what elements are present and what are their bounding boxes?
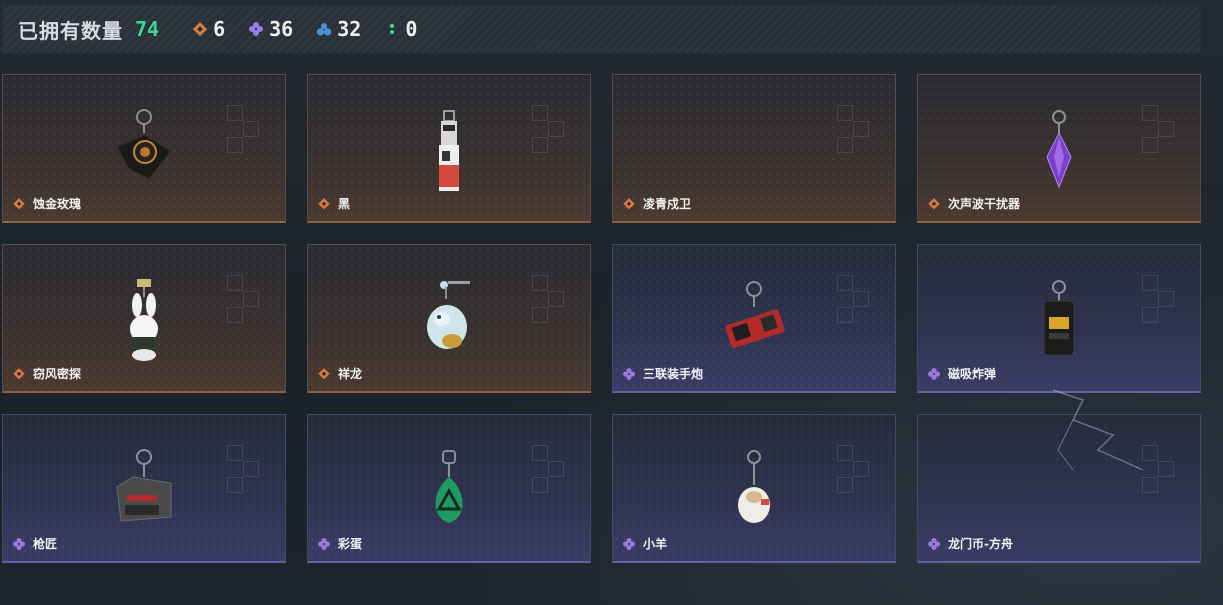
green-egg-charm-icon xyxy=(435,450,463,523)
green-rarity-icon xyxy=(385,22,400,36)
lightning-decoration xyxy=(1052,389,1144,471)
orange-rarity-icon xyxy=(928,198,940,210)
item-name-row: 蚀金玫瑰 xyxy=(13,195,81,212)
purple-rarity-icon xyxy=(13,537,25,550)
item-name-row: 次声波干扰器 xyxy=(928,195,1020,212)
black-charm-icon xyxy=(439,110,459,191)
stat-orange-value: 6 xyxy=(213,17,226,41)
item-name-row: 三联装手炮 xyxy=(623,365,703,382)
item-name: 窃风密探 xyxy=(33,367,82,381)
item-name-row: 凌青戍卫 xyxy=(623,195,691,212)
gunsmith-case-charm-icon xyxy=(116,449,172,522)
item-name-row: 小羊 xyxy=(623,535,667,552)
dragon-charm-icon xyxy=(427,281,470,349)
item-name: 三联装手炮 xyxy=(643,367,704,381)
item-name-row: 黑 xyxy=(318,195,350,212)
purple-rarity-icon xyxy=(928,367,940,380)
owned-count-label: 已拥有数量 xyxy=(18,18,123,43)
item-card[interactable]: 磁吸炸弹 xyxy=(917,244,1201,393)
item-name-row: 祥龙 xyxy=(318,365,362,382)
item-name-row: 窃风密探 xyxy=(13,365,81,382)
item-card[interactable]: 黑 xyxy=(307,74,591,223)
item-name: 小羊 xyxy=(643,537,668,551)
item-name-row: 磁吸炸弹 xyxy=(928,365,996,382)
item-grid: 蚀金玫瑰 黑 凌青戍卫 次声波干扰器 窃风密探 祥龙 三联装手炮 磁吸炸弹 枪匠… xyxy=(2,74,1201,563)
item-name: 凌青戍卫 xyxy=(643,197,692,211)
item-card[interactable]: 彩蛋 xyxy=(307,414,591,563)
orange-rarity-icon xyxy=(13,368,25,380)
purple-rarity-icon xyxy=(249,22,264,36)
orange-rarity-icon xyxy=(623,198,635,210)
orange-rarity-icon xyxy=(193,22,207,36)
purple-rarity-icon xyxy=(623,537,635,550)
stat-green: 0 xyxy=(385,17,417,41)
item-name: 彩蛋 xyxy=(338,537,363,551)
stat-purple-value: 36 xyxy=(269,17,294,41)
purple-rarity-icon xyxy=(318,537,330,550)
item-name-row: 彩蛋 xyxy=(318,535,362,552)
purple-rarity-icon xyxy=(623,367,635,380)
magnetic-bomb-charm-icon xyxy=(1043,280,1075,356)
item-name-row: 龙门币-方舟 xyxy=(928,535,1013,552)
lamb-charm-icon xyxy=(738,450,770,523)
stat-orange: 6 xyxy=(193,17,225,41)
stat-blue-value: 32 xyxy=(337,17,362,41)
item-card[interactable]: 窃风密探 xyxy=(2,244,286,393)
item-name-row: 枪匠 xyxy=(13,535,57,552)
owned-count-value: 74 xyxy=(135,17,160,41)
item-name: 蚀金玫瑰 xyxy=(33,197,82,211)
collection-header: 已拥有数量 74 6 36 32 0 xyxy=(2,5,1201,53)
item-card[interactable]: 凌青戍卫 xyxy=(612,74,896,223)
item-card[interactable]: 三联装手炮 xyxy=(612,244,896,393)
orange-rarity-icon xyxy=(13,198,25,210)
stat-blue: 32 xyxy=(317,17,361,41)
item-card[interactable]: 小羊 xyxy=(612,414,896,563)
orange-rarity-icon xyxy=(318,368,330,380)
item-card[interactable]: 枪匠 xyxy=(2,414,286,563)
item-name: 磁吸炸弹 xyxy=(948,367,997,381)
item-card[interactable]: 次声波干扰器 xyxy=(917,74,1201,223)
item-name: 枪匠 xyxy=(33,537,58,551)
item-card[interactable]: 祥龙 xyxy=(307,244,591,393)
blue-rarity-icon xyxy=(317,22,332,36)
stat-purple: 36 xyxy=(249,17,293,41)
item-name: 黑 xyxy=(338,197,351,211)
item-name: 祥龙 xyxy=(338,367,363,381)
purple-rarity-icon xyxy=(928,537,940,550)
item-card[interactable]: 蚀金玫瑰 xyxy=(2,74,286,223)
item-name: 龙门币-方舟 xyxy=(948,537,1013,551)
purple-crystal-charm-icon xyxy=(1046,110,1072,189)
item-name: 次声波干扰器 xyxy=(948,197,1021,211)
orange-rarity-icon xyxy=(318,198,330,210)
stat-green-value: 0 xyxy=(405,17,418,41)
gold-rose-charm-icon xyxy=(116,109,172,180)
white-rabbit-charm-icon xyxy=(130,279,158,361)
hand-cannon-charm-icon xyxy=(725,281,785,348)
